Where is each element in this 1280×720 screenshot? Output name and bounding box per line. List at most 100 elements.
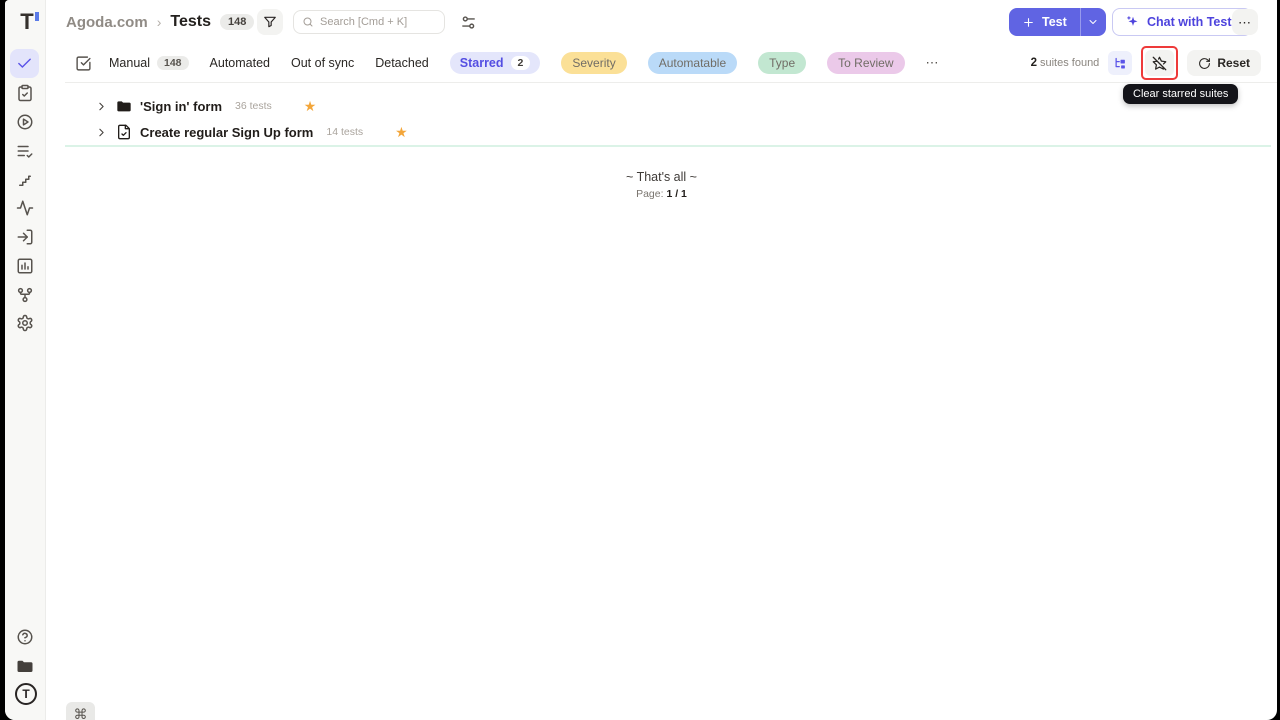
- help-circle-icon: [16, 628, 34, 646]
- select-all-button[interactable]: [75, 55, 92, 72]
- annotation-highlight-box: [1141, 46, 1178, 80]
- git-fork-icon: [16, 286, 34, 304]
- bar-chart-icon: [16, 257, 34, 275]
- new-test-button[interactable]: Test: [1009, 8, 1080, 36]
- tree-view-button[interactable]: [1108, 51, 1132, 75]
- stairs-icon: [16, 171, 34, 189]
- new-test-split-button: Test: [1009, 8, 1106, 36]
- funnel-icon: [263, 15, 277, 29]
- clear-starred-button[interactable]: [1145, 50, 1174, 76]
- filter-pill-type[interactable]: Type: [758, 52, 806, 74]
- filter-results-cluster: 2suites found Reset: [1031, 44, 1261, 82]
- breadcrumb-project[interactable]: Agoda.com: [66, 14, 148, 31]
- folder-icon: [16, 657, 34, 675]
- app-logo[interactable]: T: [14, 9, 40, 35]
- file-check-icon: [116, 124, 132, 140]
- breadcrumb: Agoda.com › Tests 148: [66, 0, 254, 44]
- suite-test-count: 14 tests: [326, 126, 363, 138]
- search-settings-button[interactable]: [460, 14, 477, 31]
- command-shortcut-button[interactable]: ⌘: [66, 702, 95, 720]
- chevron-down-icon: [1087, 16, 1099, 28]
- sidebar-item-import[interactable]: [15, 227, 35, 247]
- plus-icon: [1022, 16, 1035, 29]
- filter-pill-severity[interactable]: Severity: [561, 52, 626, 74]
- reset-filters-button[interactable]: Reset: [1187, 50, 1261, 76]
- filter-tab-detached[interactable]: Detached: [375, 56, 429, 70]
- star-icon[interactable]: ★: [395, 125, 408, 139]
- sliders-icon: [460, 14, 477, 31]
- filter-tab-label: Starred: [460, 56, 504, 70]
- filter-tab-starred[interactable]: Starred 2: [450, 52, 541, 74]
- search-box: [293, 10, 445, 34]
- filter-tab-manual[interactable]: Manual 148: [109, 56, 189, 70]
- filter-tab-count: 2: [511, 56, 531, 70]
- sidebar-item-test-plans[interactable]: [15, 83, 35, 103]
- filter-pill-to-review[interactable]: To Review: [827, 52, 904, 74]
- sidebar-item-tests[interactable]: [10, 49, 39, 78]
- check-icon: [16, 55, 33, 72]
- app-window: T T Agoda.com › Tests 148 Test: [5, 0, 1277, 720]
- app-logo-letter: T: [20, 9, 33, 34]
- filterbar-divider: [65, 82, 1277, 83]
- chevron-right-icon[interactable]: [95, 126, 108, 139]
- drop-indicator-line: [65, 145, 1271, 147]
- play-circle-icon: [16, 113, 34, 131]
- list-check-icon: [16, 142, 34, 160]
- page-label: Page:: [636, 188, 663, 200]
- page-indicator: Page: 1 / 1: [46, 188, 1277, 200]
- ellipsis-icon: ⋯: [1238, 16, 1252, 29]
- refresh-icon: [1198, 57, 1211, 70]
- sidebar-item-branches[interactable]: [15, 285, 35, 305]
- sidebar-item-runs[interactable]: [15, 112, 35, 132]
- star-off-icon: [1152, 56, 1167, 71]
- filter-tab-label: Automated: [210, 56, 270, 70]
- sidebar-item-pulse[interactable]: [15, 198, 35, 218]
- sidebar-item-projects[interactable]: [15, 656, 35, 676]
- suite-name[interactable]: Create regular Sign Up form: [140, 125, 313, 140]
- chevron-right-icon[interactable]: [95, 100, 108, 113]
- list-tree-icon: [1113, 56, 1128, 71]
- filter-pill-automatable[interactable]: Automatable: [648, 52, 737, 74]
- sidebar-item-steps[interactable]: [15, 170, 35, 190]
- suite-row[interactable]: Create regular Sign Up form 14 tests ★: [46, 119, 1277, 145]
- sparkles-icon: [1126, 15, 1140, 29]
- search-input[interactable]: [320, 16, 430, 28]
- chat-with-tests-label: Chat with Tests: [1147, 15, 1238, 29]
- suite-test-count: 36 tests: [235, 100, 272, 112]
- command-icon: ⌘: [74, 706, 88, 720]
- sidebar-item-checklists[interactable]: [15, 141, 35, 161]
- filter-tabs: Manual 148 Automated Out of sync Detache…: [109, 44, 940, 82]
- thats-all-text: ~ That's all ~: [46, 170, 1277, 184]
- filter-tab-count: 148: [157, 56, 189, 70]
- import-icon: [16, 228, 34, 246]
- suite-row[interactable]: 'Sign in' form 36 tests ★: [46, 93, 1277, 119]
- breadcrumb-separator: ›: [157, 14, 162, 30]
- filter-funnel-button[interactable]: [257, 9, 283, 35]
- activity-icon: [16, 199, 34, 217]
- search-icon: [302, 16, 314, 28]
- filter-tab-automated[interactable]: Automated: [210, 56, 270, 70]
- workspace-logo[interactable]: T: [15, 683, 37, 705]
- filter-tab-label: Manual: [109, 56, 150, 70]
- filters-more-button[interactable]: ⋯: [926, 55, 940, 71]
- star-icon[interactable]: ★: [304, 99, 317, 113]
- new-test-dropdown-button[interactable]: [1081, 8, 1106, 36]
- header: Agoda.com › Tests 148 Test Cha: [46, 0, 1277, 44]
- breadcrumb-page[interactable]: Tests: [170, 13, 211, 31]
- sidebar-item-help[interactable]: [15, 627, 35, 647]
- suite-name[interactable]: 'Sign in' form: [140, 99, 222, 114]
- workspace-logo-letter: T: [22, 687, 29, 701]
- sidebar-item-analytics[interactable]: [15, 256, 35, 276]
- filter-tab-label: Out of sync: [291, 56, 354, 70]
- results-number: 2: [1031, 57, 1037, 69]
- sidebar: T: [5, 0, 46, 720]
- clipboard-check-icon: [16, 84, 34, 102]
- results-label: suites found: [1040, 57, 1099, 69]
- square-check-icon: [75, 55, 92, 72]
- filter-tab-out-of-sync[interactable]: Out of sync: [291, 56, 354, 70]
- new-test-label: Test: [1042, 15, 1067, 29]
- page-value: 1 / 1: [666, 188, 686, 200]
- sidebar-item-settings[interactable]: [15, 313, 35, 333]
- header-more-button[interactable]: ⋯: [1232, 9, 1258, 35]
- gear-icon: [16, 314, 34, 332]
